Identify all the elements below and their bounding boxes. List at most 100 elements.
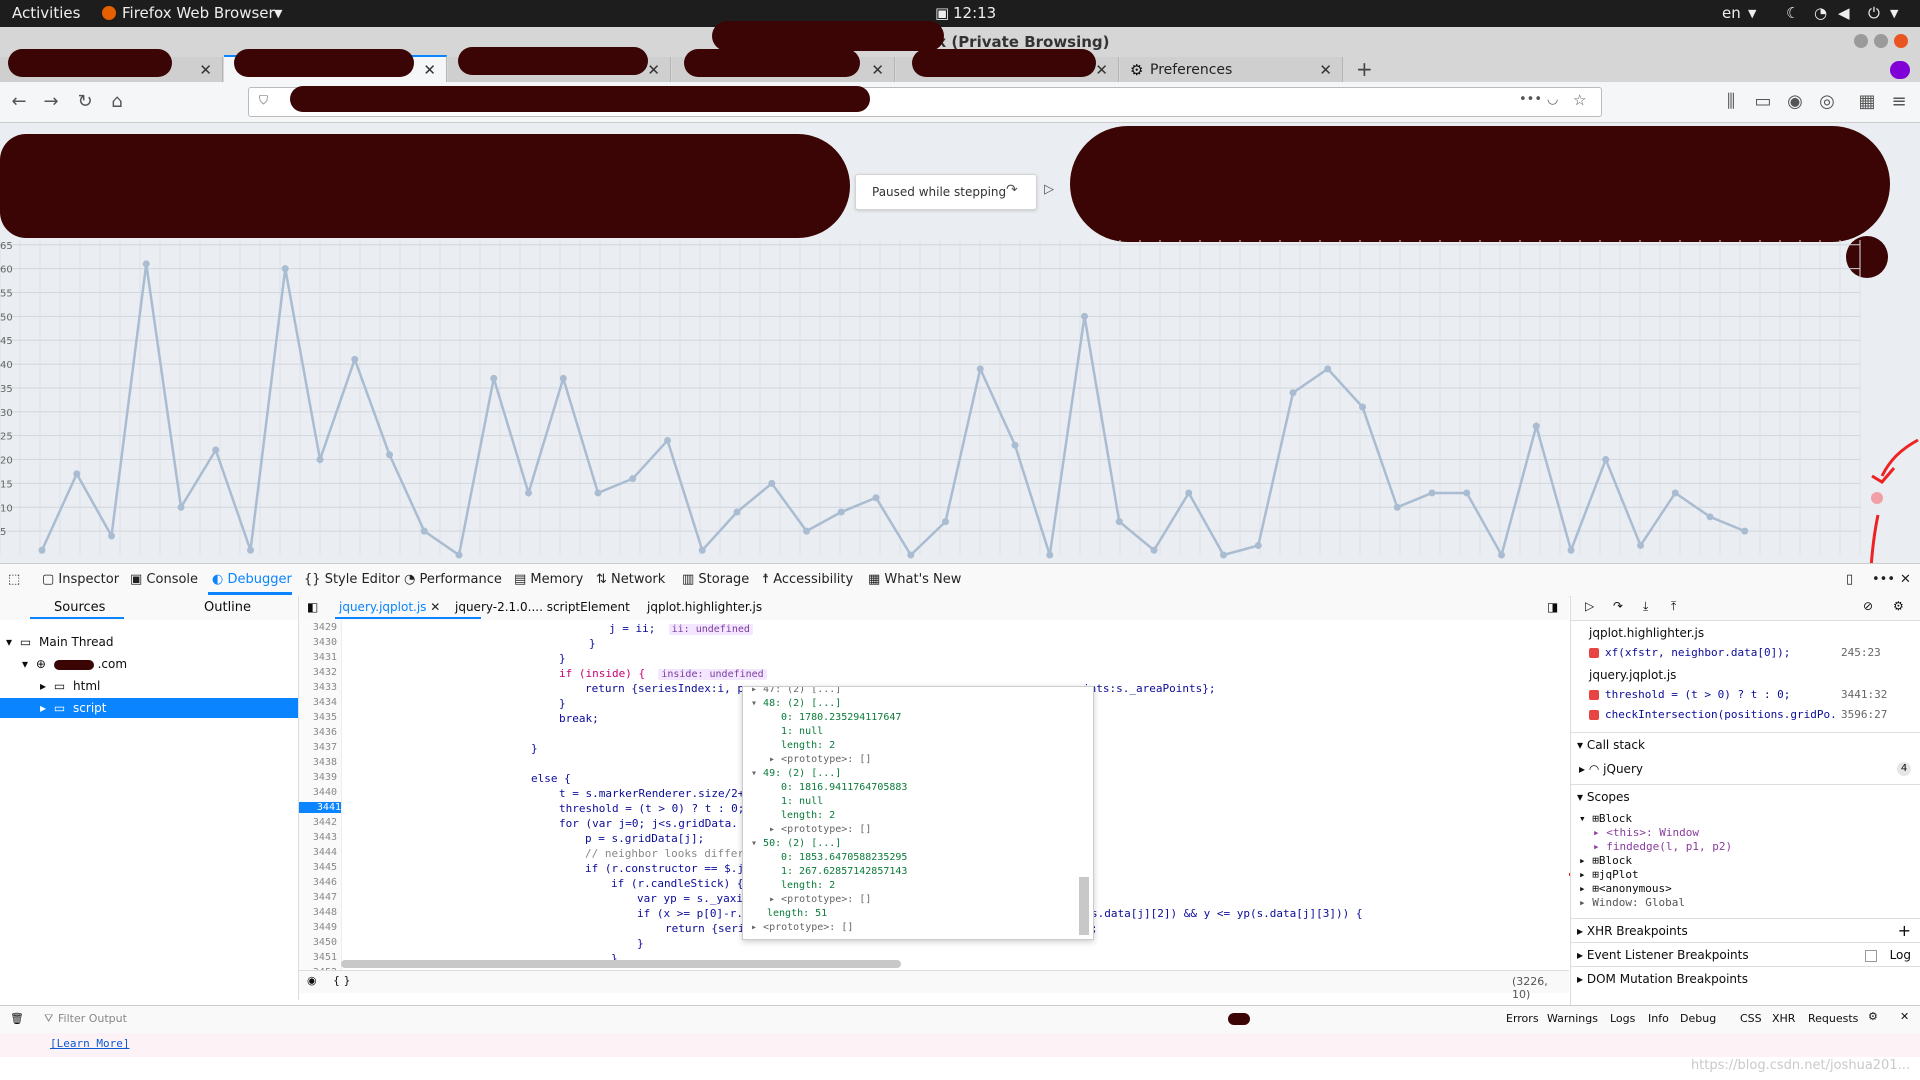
checkbox-checked[interactable] — [1589, 710, 1599, 720]
scope-row[interactable]: ▸ ⊞Block — [1579, 854, 1920, 867]
log-checkbox[interactable] — [1865, 950, 1877, 962]
tab-style-editor[interactable]: {} Style Editor — [304, 572, 400, 587]
tree-row[interactable]: ▸ <prototype>: [] — [769, 824, 871, 835]
line-number[interactable]: 3451 — [299, 952, 337, 963]
call-stack-header[interactable]: ▾ Call stack — [1571, 732, 1920, 757]
line-number[interactable]: 3449 — [299, 922, 337, 933]
tab-inspector[interactable]: ▢ Inspector — [42, 572, 119, 587]
tree-item-main-thread[interactable]: ▾ ▭ Main Thread — [0, 632, 298, 652]
line-number[interactable]: 3434 — [299, 697, 337, 708]
tab-accessibility[interactable]: ☨ Accessibility — [762, 572, 853, 587]
checkbox-checked[interactable] — [1589, 690, 1599, 700]
scope-row[interactable]: ▸ ⊞jqPlot — [1579, 868, 1920, 881]
line-number[interactable]: 3444 — [299, 847, 337, 858]
line-number[interactable]: 3438 — [299, 757, 337, 768]
line-number[interactable]: 3429 — [299, 622, 337, 633]
variable-preview-popup[interactable]: ▸ 47: (2) [...] ▾ 48: (2) [...] 0: 1780.… — [742, 686, 1094, 940]
trash-icon[interactable]: 🗑 — [10, 1012, 24, 1025]
gear-icon[interactable]: ⚙ — [1893, 599, 1904, 613]
filter-debug[interactable]: Debug — [1680, 1012, 1716, 1025]
line-number[interactable]: 3436 — [299, 727, 337, 738]
pretty-print-button[interactable]: { } — [333, 974, 351, 987]
tab-debugger[interactable]: ◐ Debugger — [212, 572, 292, 587]
deactivate-breakpoints-icon[interactable]: ⊘ — [1863, 599, 1873, 613]
line-gutter[interactable]: 3429 3430 3431 3432 3433 3434 3435 3436 … — [299, 620, 342, 970]
line-number[interactable]: 3432 — [299, 667, 337, 678]
line-number[interactable]: 3442 — [299, 817, 337, 828]
scopes-header[interactable]: ▾ Scopes — [1571, 784, 1920, 809]
step-out-icon[interactable]: ⤒ — [1671, 599, 1676, 614]
gear-icon[interactable]: ⚙ — [1868, 1010, 1878, 1023]
tab-console[interactable]: ▣ Console — [130, 572, 198, 587]
line-number[interactable]: 3446 — [299, 877, 337, 888]
filter-output-input[interactable]: Filter Output — [58, 1012, 127, 1025]
learn-more-link[interactable]: [Learn More] — [50, 1037, 129, 1050]
horizontal-scrollbar[interactable] — [341, 960, 901, 968]
line-number[interactable]: 3430 — [299, 637, 337, 648]
scope-row[interactable]: ▸ Window: Global — [1579, 896, 1920, 909]
close-icon[interactable]: ✕ — [1900, 572, 1911, 587]
editor-tab[interactable]: jqplot.highlighter.js — [647, 600, 762, 614]
tab-storage[interactable]: ▥ Storage — [682, 572, 749, 587]
line-number[interactable]: 3445 — [299, 862, 337, 873]
tab-sources[interactable]: Sources — [54, 600, 105, 615]
tab-whats-new[interactable]: ▦ What's New — [868, 572, 961, 587]
step-in-icon[interactable]: ⤓ — [1643, 599, 1648, 614]
dom-mutation-breakpoints-header[interactable]: ▸ DOM Mutation Breakpoints — [1571, 966, 1920, 991]
breakpoint-line-number[interactable]: 3441 — [299, 802, 341, 813]
scope-row[interactable]: ▾ ⊞Block — [1579, 812, 1920, 825]
tab-performance[interactable]: ◔ Performance — [404, 572, 502, 587]
tab-memory[interactable]: ▤ Memory — [514, 572, 583, 587]
close-icon[interactable]: ✕ — [430, 600, 440, 614]
step-over-icon[interactable]: ↷ — [1613, 599, 1623, 613]
tree-row[interactable]: ▸ 47: (2) [...] — [751, 687, 841, 695]
editor-tab[interactable]: jquery-2.1.0.... scriptElement — [455, 600, 630, 614]
line-number[interactable]: 3450 — [299, 937, 337, 948]
more-options-icon[interactable]: ••• — [1872, 572, 1895, 587]
filter-css[interactable]: CSS — [1740, 1012, 1762, 1025]
line-number[interactable]: 3437 — [299, 742, 337, 753]
tree-item-html[interactable]: ▸ ▭ html — [0, 676, 298, 696]
toggle-sidebar-icon[interactable]: ◨ — [1547, 600, 1558, 614]
event-listener-breakpoints-header[interactable]: ▸ Event Listener Breakpoints Log — [1571, 942, 1920, 967]
scope-row[interactable]: ▸ findedge(l, p1, p2) — [1593, 840, 1920, 853]
line-number[interactable]: 3440 — [299, 787, 337, 798]
tab-outline[interactable]: Outline — [204, 600, 251, 615]
filter-warnings[interactable]: Warnings — [1547, 1012, 1598, 1025]
tree-row[interactable]: ▾ 48: (2) [...] — [751, 698, 841, 709]
tree-row[interactable]: ▾ 49: (2) [...] — [751, 768, 841, 779]
filter-requests[interactable]: Requests — [1808, 1012, 1858, 1025]
scope-row[interactable]: ▸ <this>: Window — [1593, 826, 1920, 839]
line-number[interactable]: 3431 — [299, 652, 337, 663]
editor-tab-active[interactable]: jquery.jqplot.js ✕ — [339, 600, 440, 614]
filter-errors[interactable]: Errors — [1506, 1012, 1539, 1025]
scope-row[interactable]: ▸ ⊞<anonymous> — [1579, 882, 1920, 895]
filter-logs[interactable]: Logs — [1610, 1012, 1635, 1025]
line-number[interactable]: 3435 — [299, 712, 337, 723]
toggle-sources-icon[interactable]: ◧ — [307, 600, 318, 614]
call-stack-frame[interactable]: ▸ ◠ jQuery — [1571, 758, 1920, 780]
tab-network[interactable]: ⇅ Network — [596, 572, 665, 587]
filter-xhr[interactable]: XHR — [1772, 1012, 1795, 1025]
line-number[interactable]: 3433 — [299, 682, 337, 693]
close-icon[interactable]: ✕ — [1900, 1010, 1909, 1023]
tree-row[interactable]: ▸ <prototype>: [] — [751, 922, 853, 933]
add-icon[interactable]: + — [1898, 919, 1911, 943]
xhr-breakpoints-header[interactable]: ▸ XHR Breakpoints + — [1571, 918, 1920, 943]
line-number[interactable]: 3443 — [299, 832, 337, 843]
tree-item-script[interactable]: ▸ ▭ script — [0, 698, 298, 718]
tree-row[interactable]: ▸ <prototype>: [] — [769, 894, 871, 905]
tree-row[interactable]: ▸ <prototype>: [] — [769, 754, 871, 765]
resume-icon[interactable]: ▷ — [1585, 599, 1594, 613]
line-number[interactable]: 3439 — [299, 772, 337, 783]
element-picker-icon[interactable]: ⬚ — [8, 572, 20, 587]
breakpoint-item[interactable]: checkIntersection(positions.gridPo... — [1589, 708, 1839, 721]
dock-icon[interactable]: ▯ — [1846, 572, 1853, 587]
tree-item-domain[interactable]: ▾ ⊕ .com — [0, 654, 298, 674]
line-number[interactable]: 3448 — [299, 907, 337, 918]
filter-info[interactable]: Info — [1648, 1012, 1669, 1025]
vertical-scrollbar[interactable] — [1079, 877, 1089, 935]
tree-row[interactable]: ▾ 50: (2) [...] — [751, 838, 841, 849]
eye-icon[interactable]: ◉ — [307, 974, 317, 987]
line-number[interactable]: 3447 — [299, 892, 337, 903]
